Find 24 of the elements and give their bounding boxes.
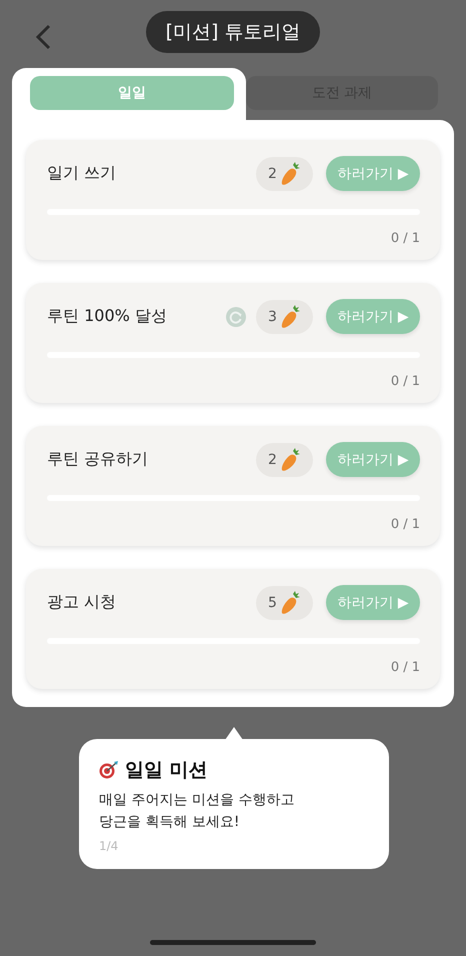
progress-count: 0 / 1 — [390, 374, 420, 389]
go-button[interactable]: 하러가기 ▶ — [326, 585, 420, 620]
page-title: [미션] 튜토리얼 — [146, 11, 320, 53]
tooltip-text: 매일 주어지는 미션을 수행하고 당근을 획득해 보세요! — [99, 791, 296, 832]
dartboard-icon — [99, 761, 119, 779]
mission-name: 광고 시청 — [47, 592, 118, 613]
mission-name: 루틴 100% 달성 — [47, 306, 168, 327]
reward-badge: 5 — [256, 586, 313, 620]
tooltip-title: 일일 미션 — [125, 758, 208, 783]
mission-name: 루틴 공유하기 — [47, 449, 150, 470]
step-counter: 1/4 — [99, 839, 120, 853]
reward-badge: 2 — [256, 442, 313, 476]
go-button[interactable]: 하러가기 ▶ — [326, 156, 420, 191]
progress-count: 0 / 1 — [390, 231, 420, 246]
progress-count: 0 / 1 — [390, 660, 420, 675]
go-button[interactable]: 하러가기 ▶ — [326, 442, 420, 477]
mission-name: 일기 쓰기 — [47, 163, 118, 184]
back-icon[interactable] — [34, 24, 52, 50]
tab[interactable]: 일일 — [30, 76, 234, 110]
progress-count: 0 / 1 — [390, 517, 420, 532]
go-button[interactable]: 하러가기 ▶ — [326, 299, 420, 334]
refresh-icon[interactable] — [226, 306, 246, 326]
reward-badge: 3 — [256, 300, 313, 334]
reward-badge: 2 — [256, 156, 313, 190]
